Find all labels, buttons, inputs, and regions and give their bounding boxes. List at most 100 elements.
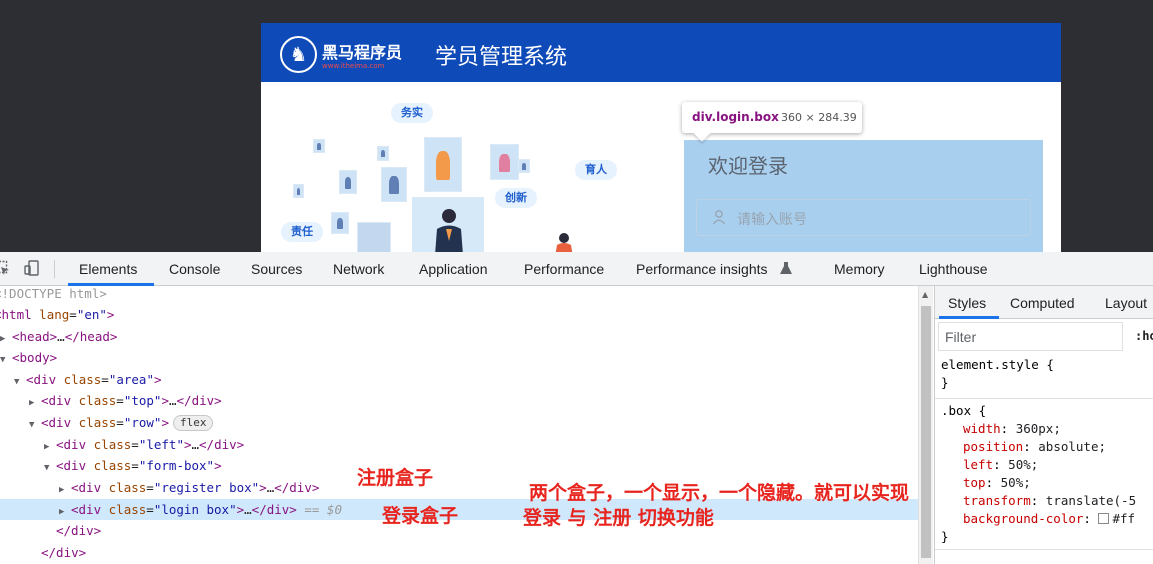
illustration-card [381,167,407,202]
person-illustration-icon [555,233,573,252]
illustration-card [357,222,391,252]
area-class: "area" [108,372,154,387]
collapse-arrow-icon[interactable]: ▼ [14,372,26,393]
login-title: 欢迎登录 [708,154,788,178]
inspect-element-icon[interactable] [0,260,10,276]
tab-computed[interactable]: Computed [1010,295,1075,311]
tab-memory[interactable]: Memory [834,261,885,277]
illustration: 务实 育人 创新 责任 [261,82,661,252]
expand-arrow-icon[interactable]: ▶ [29,393,41,414]
css-declaration[interactable]: top: 50%; [963,474,1031,492]
element-style-selector[interactable]: element.style { [941,356,1054,374]
row-class: "row" [123,415,162,430]
scroll-up-icon[interactable]: ▲ [922,290,928,299]
ellipsis: … [168,393,177,408]
dom-node-form-box-close[interactable]: </div> [56,520,918,541]
illustration-card [331,212,349,234]
tab-elements[interactable]: Elements [79,261,137,277]
dom-node-form-box[interactable]: ▼ <div class="form-box"> [44,455,918,476]
tag-yuren: 育人 [575,160,617,180]
collapse-arrow-icon[interactable]: ▼ [0,350,12,371]
tab-application[interactable]: Application [419,261,488,277]
collapse-arrow-icon[interactable]: ▼ [44,458,56,479]
collapse-arrow-icon[interactable]: ▼ [29,415,41,436]
illustration-card [313,139,325,153]
logo-url: www.itheima.com [322,62,385,70]
color-swatch-icon[interactable] [1098,513,1110,524]
tab-styles[interactable]: Styles [948,295,986,311]
page-preview: ♞ 黑马程序员 www.itheima.com 学员管理系统 务实 育人 创新 … [261,23,1061,252]
illustration-card [518,159,530,173]
css-declaration[interactable]: background-color: #ff [963,510,1135,528]
tab-lighthouse[interactable]: Lighthouse [919,261,988,277]
rule-selector[interactable]: .box { [941,402,986,420]
annotation-login-box: 登录盒子 [382,505,459,527]
dom-node-top[interactable]: ▶ <div class="top">…</div> [29,390,918,411]
filter-placeholder: Filter [945,329,977,345]
device-toolbar-icon[interactable] [24,260,40,276]
css-declaration[interactable]: transform: translate(-5 [963,492,1136,510]
css-val: 50%; [1008,457,1039,472]
dom-node-row-close[interactable]: </div> [41,542,918,563]
tab-performance-insights[interactable]: Performance insights [636,261,768,277]
tab-separator [54,260,55,278]
login-box-class: "login box" [153,502,237,517]
tag-chuangxin: 创新 [495,188,537,208]
account-input[interactable]: 请输入账号 [696,199,1031,236]
expand-arrow-icon[interactable]: ▶ [59,480,71,501]
page-header: ♞ 黑马程序员 www.itheima.com 学员管理系统 [261,23,1061,82]
tooltip-element-size: 360 × 284.39 [781,111,857,124]
illustration-card [490,144,519,180]
css-declaration[interactable]: left: 50%; [963,456,1038,474]
flask-icon [780,262,792,274]
close-brace: } [941,529,949,544]
annotation-explain-line2: 登录 与 注册 切换功能 [523,507,714,529]
css-declaration[interactable]: position: absolute; [963,438,1106,456]
person-illustration-icon [435,209,463,252]
dom-node-head[interactable]: ▶ <head>…</head> [0,326,918,347]
css-declaration[interactable]: width: 360px; [963,420,1061,438]
horse-logo-icon: ♞ [280,36,317,73]
dom-node-left[interactable]: ▶ <div class="left">…</div> [44,434,918,455]
css-val: 50%; [1000,475,1031,490]
dom-node-area[interactable]: ▼ <div class="area"> [14,369,918,390]
dom-node-row[interactable]: ▼ <div class="row"> flex [29,412,918,433]
css-val: 360px; [1015,421,1061,436]
css-val: absolute; [1038,439,1107,454]
user-icon [712,210,726,225]
tab-sources[interactable]: Sources [251,261,302,277]
top-class: "top" [123,393,162,408]
dom-tree: <!DOCTYPE html> <html lang="en"> ▶<head>… [0,286,918,564]
css-prop: left [963,457,994,472]
html-lang-value: "en" [76,307,107,322]
annotation-explain-line1: 两个盒子，一个显示，一个隐藏。就可以实现 [529,482,910,504]
register-box-class: "register box" [153,480,260,495]
styles-tabbar: Styles Computed Layout [935,286,1153,319]
styles-filter-input[interactable]: Filter [938,322,1123,351]
css-prop: transform [963,493,1031,508]
css-prop: top [963,475,986,490]
active-styles-tab-indicator [939,316,999,319]
tab-network[interactable]: Network [333,261,384,277]
scroll-thumb[interactable] [921,306,931,558]
hov-toggle[interactable]: :ho [1135,329,1153,343]
illustration-card [293,184,304,198]
dom-node-html[interactable]: <html lang="en"> [0,304,912,325]
logo-name: 黑马程序员 [322,43,403,62]
tooltip-element-name: div.login.box [692,110,779,124]
html-attr: lang [39,307,70,322]
inspect-tooltip: div.login.box 360 × 284.39 [682,102,862,142]
tag-zeren: 责任 [281,222,323,242]
dom-node-doctype[interactable]: <!DOCTYPE html> [0,286,912,304]
tab-layout[interactable]: Layout [1105,295,1147,311]
tab-console[interactable]: Console [169,261,220,277]
css-val: translate(-5 [1045,493,1137,508]
flex-badge[interactable]: flex [172,415,214,431]
ellipsis: … [244,502,252,517]
css-prop: width [963,421,1001,436]
styles-pane: Styles Computed Layout Filter :ho elemen… [934,286,1153,564]
dom-node-body[interactable]: ▼ <body> [0,347,918,368]
dom-scrollbar[interactable]: ▲ [918,286,933,564]
selected-marker: == $0 [304,502,342,517]
tab-performance[interactable]: Performance [524,261,604,277]
